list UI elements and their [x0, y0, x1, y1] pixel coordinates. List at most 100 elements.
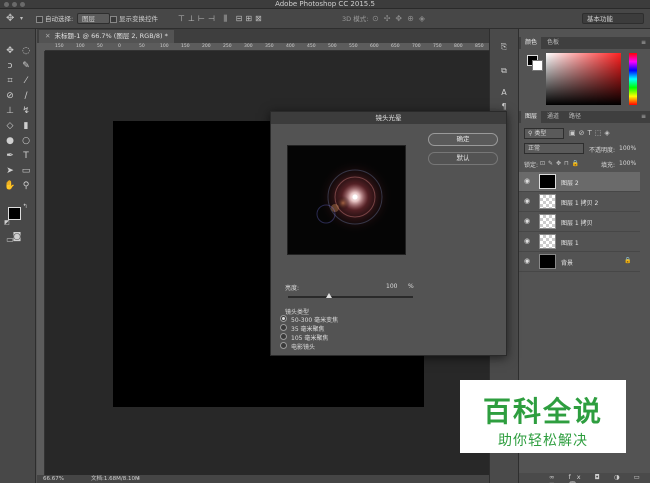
- 3d-mode-icons[interactable]: ⊙✣✥⊕◈: [372, 13, 430, 25]
- ruler-tick-label: 50: [139, 44, 145, 49]
- layer-row[interactable]: ◉ 图层 2: [519, 172, 640, 192]
- kind-filter-label: 类型: [534, 130, 547, 137]
- layer-row[interactable]: ◉ 图层 1 拷贝: [519, 212, 640, 232]
- healing-brush-tool-icon[interactable]: ⊘: [3, 90, 17, 102]
- show-transform-checkbox[interactable]: 显示变换控件: [110, 13, 158, 25]
- workspace-dropdown[interactable]: 基本功能: [582, 13, 644, 25]
- visibility-eye-icon[interactable]: ◉: [524, 177, 530, 185]
- eyedropper-tool-icon[interactable]: ⁄: [19, 75, 33, 87]
- path-select-tool-icon[interactable]: ➤: [3, 165, 17, 177]
- visibility-eye-icon[interactable]: ◉: [524, 257, 530, 265]
- clone-stamp-tool-icon[interactable]: ⊥: [3, 105, 17, 117]
- pen-tool-icon[interactable]: ✒: [3, 150, 17, 162]
- tab-paths[interactable]: 路径: [565, 111, 585, 123]
- move-tool-icon[interactable]: ✥: [6, 13, 14, 25]
- layer-filter-icons[interactable]: ▣⊘T⬚◈: [569, 129, 613, 137]
- vertical-ruler[interactable]: [37, 51, 45, 475]
- panel-menu-icon[interactable]: ≡: [637, 37, 650, 49]
- title-bar: Adobe Photoshop CC 2015.5: [0, 0, 650, 9]
- layers-footer-icons[interactable]: ∞ fx ◘ ◑ ▭ ⊞ 🗑: [519, 473, 650, 483]
- lens-radio[interactable]: [280, 315, 287, 322]
- move-tool-icon[interactable]: ✥: [3, 45, 17, 57]
- visibility-eye-icon[interactable]: ◉: [524, 197, 530, 205]
- close-tab-icon[interactable]: ✕: [45, 32, 50, 40]
- lens-radio[interactable]: [280, 324, 287, 331]
- status-bar: 66.67% 文档:1.68M/8.10M ▸: [37, 475, 489, 483]
- blur-tool-icon[interactable]: ●: [3, 135, 17, 147]
- horizontal-ruler[interactable]: 150 100 50 0 50 100 150 200 250 300 350 400 450 500 55…: [45, 43, 489, 51]
- marquee-tool-icon[interactable]: ◌: [19, 45, 33, 57]
- ruler-tick-label: 850: [475, 44, 484, 49]
- opacity-value[interactable]: 100%: [619, 145, 636, 152]
- status-menu-chevron-icon[interactable]: ▸: [137, 475, 140, 483]
- ruler-tick-label: 550: [349, 44, 358, 49]
- quick-select-tool-icon[interactable]: ✎: [19, 60, 33, 72]
- lens-flare-dialog: 镜头光晕 确定 默认 亮度: 100 % 镜头类型 50-300 毫米变焦 35…: [270, 111, 507, 356]
- layer-row[interactable]: ◉ 图层 1: [519, 232, 640, 252]
- brightness-slider[interactable]: [288, 293, 413, 298]
- layer-kind-filter[interactable]: ⚲ 类型: [524, 128, 564, 139]
- tool-preset-chevron-icon[interactable]: ▾: [20, 13, 23, 25]
- visibility-eye-icon[interactable]: ◉: [524, 217, 530, 225]
- character-panel-icon[interactable]: A: [497, 87, 511, 99]
- ruler-tick-label: 250: [223, 44, 232, 49]
- layer-row[interactable]: ◉ 背景 🔒: [519, 252, 640, 272]
- eraser-tool-icon[interactable]: ◇: [3, 120, 17, 132]
- blend-mode-value: 正常: [528, 145, 541, 152]
- default-button[interactable]: 默认: [428, 152, 498, 165]
- tab-layers[interactable]: 图层: [521, 111, 542, 123]
- brightness-slider-thumb[interactable]: [326, 293, 333, 298]
- screen-mode-icon[interactable]: ▭: [3, 234, 17, 246]
- lasso-tool-icon[interactable]: ↄ: [3, 60, 17, 72]
- dodge-tool-icon[interactable]: ○: [19, 135, 33, 147]
- history-brush-tool-icon[interactable]: ↯: [19, 105, 33, 117]
- hand-tool-icon[interactable]: ✋: [3, 180, 17, 192]
- ruler-tick-label: 150: [181, 44, 190, 49]
- layer-thumbnail: [539, 214, 556, 229]
- lens-radio[interactable]: [280, 333, 287, 340]
- layer-thumbnail: [539, 194, 556, 209]
- color-panel-background[interactable]: [532, 60, 543, 71]
- ruler-tick-label: 200: [202, 44, 211, 49]
- ruler-tick-label: 100: [160, 44, 169, 49]
- flare-preview[interactable]: [287, 145, 406, 255]
- zoom-level[interactable]: 66.67%: [43, 475, 64, 483]
- lens-radio[interactable]: [280, 342, 287, 349]
- document-tab-bar: ✕ 未标题-1 @ 66.7% (图层 2, RGB/8) *: [37, 29, 489, 43]
- rectangle-tool-icon[interactable]: ▭: [19, 165, 33, 177]
- fill-value[interactable]: 100%: [619, 160, 636, 167]
- ruler-tick-label: 800: [454, 44, 463, 49]
- document-tab[interactable]: ✕ 未标题-1 @ 66.7% (图层 2, RGB/8) *: [39, 30, 174, 43]
- zoom-tool-icon[interactable]: ⚲: [19, 180, 33, 192]
- auto-select-value: 图层: [77, 13, 110, 24]
- default-colors-icon[interactable]: ◩: [3, 217, 11, 229]
- visibility-eye-icon[interactable]: ◉: [524, 237, 530, 245]
- ruler-origin[interactable]: [37, 43, 45, 51]
- document-tab-title: 未标题-1 @ 66.7% (图层 2, RGB/8) *: [54, 32, 168, 40]
- tab-color[interactable]: 颜色: [521, 37, 542, 49]
- layers-panel-menu-icon[interactable]: ≡: [637, 111, 650, 123]
- brightness-value[interactable]: 100: [386, 283, 397, 290]
- swap-colors-icon[interactable]: ↰: [20, 201, 30, 213]
- auto-select-checkbox[interactable]: 自动选择:: [36, 13, 73, 25]
- gradient-tool-icon[interactable]: ▮: [19, 120, 33, 132]
- type-tool-icon[interactable]: T: [19, 150, 33, 162]
- ruler-tick-label: 600: [370, 44, 379, 49]
- align-icons[interactable]: ⊤⊥⊢⊣ ⫼ ⊟⊞⊠: [178, 13, 265, 25]
- tab-swatches[interactable]: 色板: [543, 37, 563, 49]
- auto-select-dropdown[interactable]: 图层: [77, 13, 110, 25]
- hue-slider[interactable]: [629, 53, 637, 105]
- crop-tool-icon[interactable]: ⌗: [3, 75, 17, 87]
- blend-mode-dropdown[interactable]: 正常: [524, 143, 584, 154]
- ok-button[interactable]: 确定: [428, 133, 498, 146]
- properties-panel-icon[interactable]: ⧉: [497, 65, 511, 77]
- color-picker-field[interactable]: [546, 53, 621, 105]
- lock-icons[interactable]: ⊡✎✥⊓🔒: [540, 160, 582, 167]
- app-title: Adobe Photoshop CC 2015.5: [275, 0, 375, 8]
- tab-channels[interactable]: 通道: [543, 111, 563, 123]
- filter-search-icon: ⚲: [528, 130, 533, 137]
- brush-tool-icon[interactable]: ∕: [19, 90, 33, 102]
- layer-row[interactable]: ◉ 图层 1 拷贝 2: [519, 192, 640, 212]
- history-panel-icon[interactable]: ⎘: [497, 41, 511, 53]
- auto-select-label: 自动选择:: [45, 15, 74, 23]
